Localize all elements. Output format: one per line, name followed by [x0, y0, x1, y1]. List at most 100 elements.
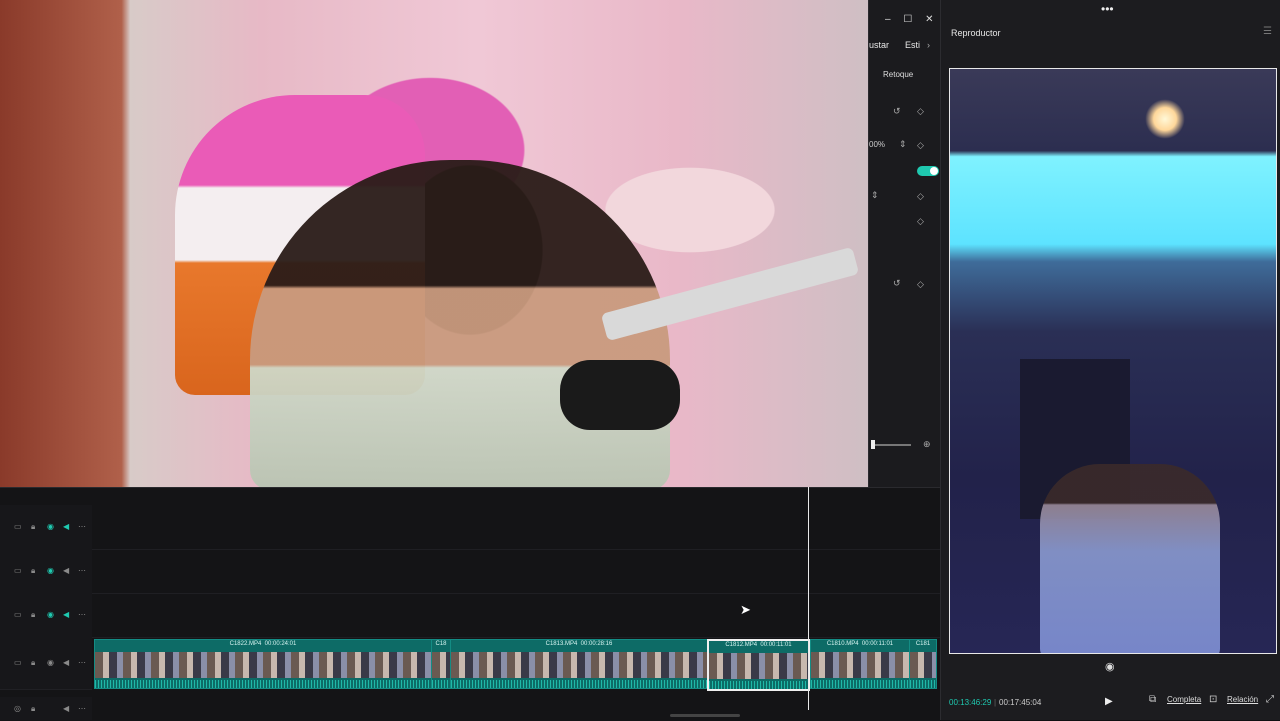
zoom-slider-handle[interactable]: [871, 440, 875, 449]
clip-label: C181: [915, 641, 931, 647]
more-icon[interactable]: ⋯: [78, 566, 86, 575]
more-icon[interactable]: ⋯: [78, 522, 86, 531]
snapshot-icon[interactable]: ◉: [1105, 660, 1115, 673]
crop-icon[interactable]: ⧉: [1149, 694, 1156, 705]
clip-thumbnails: [432, 652, 450, 678]
audio-icon[interactable]: ◀: [63, 610, 69, 619]
reset-icon[interactable]: ↺: [893, 106, 901, 117]
track-type-icon: ▭: [14, 522, 22, 531]
zoom-in-icon[interactable]: ⊕: [923, 439, 931, 450]
reset-icon[interactable]: ↺: [893, 278, 901, 289]
keyframe-icon[interactable]: ◇: [917, 191, 924, 202]
clip-thumbnails: [910, 652, 936, 678]
stepper-icon[interactable]: ⇕: [899, 139, 907, 150]
clip-thumbnails: [709, 653, 808, 679]
more-icon[interactable]: ⋯: [78, 704, 86, 713]
microphone: [560, 360, 680, 430]
video-preview[interactable]: [949, 68, 1277, 654]
clip-label: C1812.MP4 00:00:11:01: [725, 642, 792, 648]
audio-icon[interactable]: ◀: [63, 566, 69, 575]
track-type-icon: ▭: [14, 658, 22, 667]
webcam-overlay: [0, 0, 868, 487]
timeline-clip[interactable]: C1813.MP4 00:00:28:16: [450, 639, 708, 689]
keyframe-icon[interactable]: ◇: [917, 106, 924, 117]
playhead[interactable]: [808, 487, 809, 710]
timeline-clip[interactable]: C1810.MP4 00:00:11:01: [810, 639, 910, 689]
lock-icon[interactable]: 🔒︎: [31, 704, 35, 714]
lock-icon[interactable]: 🔒︎: [31, 566, 35, 576]
more-icon[interactable]: ⋯: [78, 658, 86, 667]
minimize-icon[interactable]: –: [885, 14, 891, 25]
screenshot-icon[interactable]: ⊡: [1209, 694, 1217, 705]
track-header: ▭ 🔒︎ ◉ ◀ ⋯: [0, 505, 92, 550]
clip-waveform: [451, 680, 707, 688]
keyframe-icon[interactable]: ◇: [917, 216, 924, 227]
player-panel: ••• Reproductor ☰ ◉ 00:13:46:29 00:17:45…: [940, 0, 1280, 720]
mouse-cursor-icon: ➤: [740, 602, 751, 617]
audio-icon[interactable]: ◀: [63, 704, 69, 713]
clip-waveform: [811, 680, 909, 688]
more-icon[interactable]: ⋯: [78, 610, 86, 619]
eye-icon[interactable]: ◉: [47, 566, 54, 575]
timeline-clip[interactable]: C1822.MP4 00:00:24:01: [94, 639, 432, 689]
eye-icon[interactable]: ◉: [47, 610, 54, 619]
maximize-icon[interactable]: ☐: [903, 14, 912, 25]
close-icon[interactable]: ✕: [925, 14, 933, 25]
window-controls: – ☐ ✕: [885, 14, 941, 25]
toggle-switch[interactable]: [917, 166, 939, 176]
clip-label: C1813.MP4 00:00:28:16: [545, 641, 613, 647]
clip-thumbnails: [451, 652, 707, 678]
track-header: ▭ 🔒︎ ◉ ◀ ⋯: [0, 593, 92, 638]
timeline-clip[interactable]: C181: [909, 639, 937, 689]
lock-icon[interactable]: 🔒︎: [31, 658, 35, 668]
keyframe-icon[interactable]: ◇: [917, 279, 924, 290]
track-header: ◎ 🔒︎ ◀ ⋯: [0, 697, 92, 720]
lock-icon[interactable]: 🔒︎: [31, 522, 35, 532]
clip-waveform: [709, 681, 808, 689]
ceiling-light: [1145, 99, 1185, 139]
track-header: ▭ 🔒︎ ◉ ◀ ⋯: [0, 549, 92, 594]
timeline-clip-selected[interactable]: C1812.MP4 00:00:11:01: [707, 639, 810, 691]
clip-waveform: [432, 680, 450, 688]
divider: |: [994, 698, 997, 707]
tab-ajustar[interactable]: ustar: [869, 40, 889, 50]
aspect-ratio-button[interactable]: Relación: [1227, 695, 1258, 704]
clip-label: C1810.MP4 00:00:11:01: [826, 641, 894, 647]
eye-icon[interactable]: ◉: [47, 522, 54, 531]
track-type-icon: ▭: [14, 566, 22, 575]
keyframe-icon[interactable]: ◇: [917, 140, 924, 151]
audio-icon[interactable]: ◀: [63, 522, 69, 531]
clip-label: C18: [435, 641, 447, 647]
menu-icon[interactable]: ☰: [1263, 26, 1272, 37]
timeline-clip[interactable]: C18: [431, 639, 451, 689]
zoom-slider[interactable]: [871, 444, 911, 446]
play-button[interactable]: ▶: [1105, 696, 1113, 707]
track-row[interactable]: [92, 505, 940, 550]
current-time: 00:13:46:29: [949, 698, 992, 707]
track-row[interactable]: [92, 593, 940, 638]
clip-waveform: [910, 680, 936, 688]
track-row[interactable]: [92, 549, 940, 594]
audio-icon[interactable]: ◀: [63, 658, 69, 667]
lock-icon[interactable]: 🔒︎: [31, 610, 35, 620]
more-horizontal-icon[interactable]: •••: [1101, 2, 1114, 16]
retoque-button[interactable]: Retoque: [883, 70, 913, 79]
track-type-icon: ◎: [14, 704, 21, 713]
clip-waveform: [95, 680, 431, 688]
properties-panel: – ☐ ✕ ustar Esti › Retoque ↺ ◇ 00% ⇕ ◇ ⇕…: [868, 0, 941, 487]
full-quality-button[interactable]: Completa: [1167, 695, 1201, 704]
track-type-icon: ▭: [14, 610, 22, 619]
person-figure: [1040, 464, 1220, 653]
eye-icon[interactable]: ◉: [47, 658, 54, 667]
scale-value[interactable]: 00%: [869, 140, 885, 149]
horizontal-scrollbar[interactable]: [670, 714, 740, 717]
clip-thumbnails: [811, 652, 909, 678]
fullscreen-icon[interactable]: ⤢: [1266, 694, 1274, 705]
track-header: ▭ 🔒︎ ◉ ◀ ⋯: [0, 637, 92, 690]
total-time: 00:17:45:04: [999, 698, 1042, 707]
chevron-right-icon[interactable]: ›: [927, 40, 930, 50]
stepper-icon[interactable]: ⇕: [871, 190, 879, 201]
tab-estilo[interactable]: Esti: [905, 40, 920, 50]
clip-thumbnails: [95, 652, 431, 678]
player-title: Reproductor: [951, 28, 1001, 38]
